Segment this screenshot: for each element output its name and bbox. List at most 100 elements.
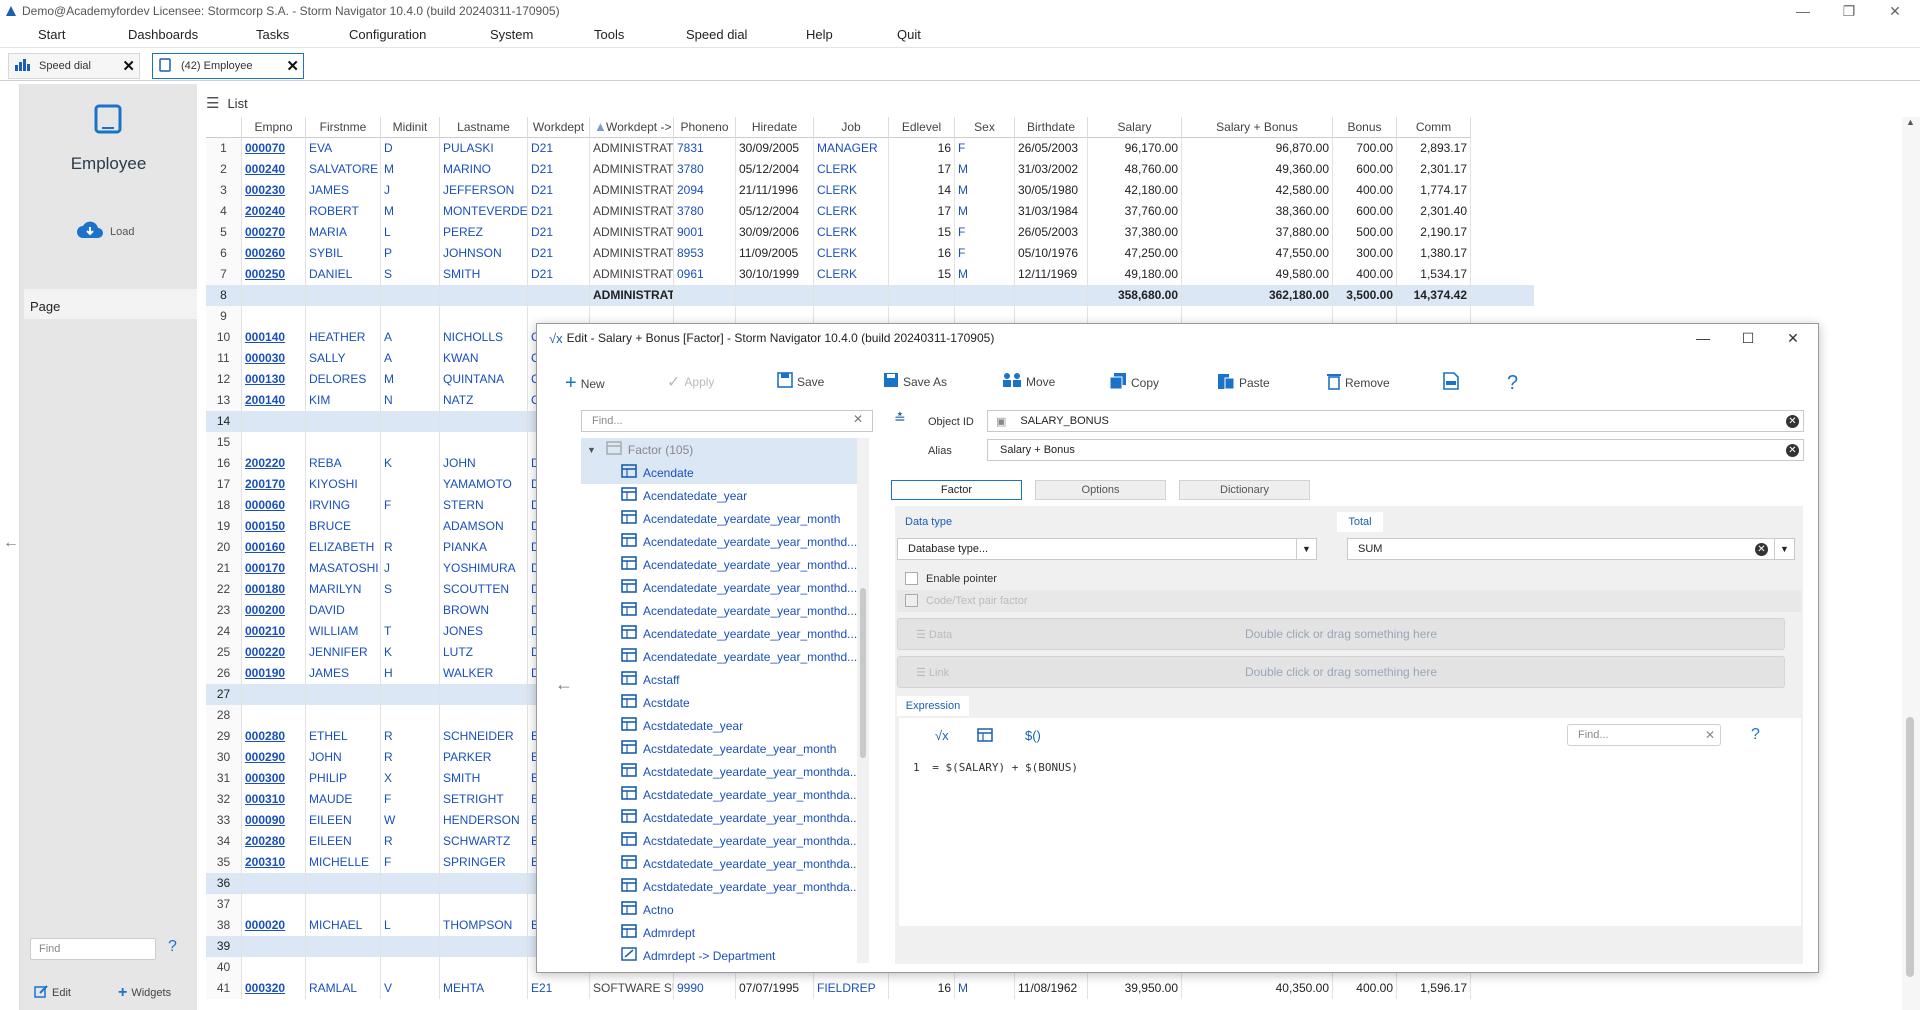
help-icon[interactable]: ? bbox=[1751, 726, 1760, 744]
collapse-arrow-icon[interactable]: ▼ bbox=[587, 445, 596, 455]
cell-empno[interactable]: 200310 bbox=[242, 852, 306, 873]
clear-icon[interactable]: ✕ bbox=[1786, 443, 1799, 457]
tree-root-factor[interactable]: ▼ Factor (105) bbox=[581, 438, 857, 461]
tree-item[interactable]: Admrdept bbox=[581, 921, 857, 944]
tree-item[interactable]: Acstaff bbox=[581, 668, 857, 691]
scroll-up-icon[interactable]: ▲ bbox=[1906, 117, 1915, 127]
cell-empno[interactable]: 000270 bbox=[242, 222, 306, 243]
column-header-bonus[interactable]: Bonus bbox=[1333, 117, 1397, 138]
table-row[interactable]: 41000320RAMLALVMEHTAE21SOFTWARE SUPPORT9… bbox=[206, 978, 1534, 999]
apply-button[interactable]: ✓ Apply bbox=[667, 372, 714, 392]
expression-editor[interactable]: √x $() Find... ✕ ? 1 = $(SALARY) + $(BON… bbox=[899, 718, 1801, 926]
help-icon[interactable]: ? bbox=[1507, 372, 1518, 395]
close-window-icon[interactable]: ✕ bbox=[1872, 0, 1918, 22]
cell-empno[interactable]: 000250 bbox=[242, 264, 306, 285]
column-header-lastname[interactable]: Lastname bbox=[440, 117, 528, 138]
data-type-select[interactable]: Database type... ▼ bbox=[897, 538, 1317, 560]
cell-empno[interactable]: 000160 bbox=[242, 537, 306, 558]
tree-item[interactable]: Acendatedate_year bbox=[581, 484, 857, 507]
cell-empno[interactable]: 000240 bbox=[242, 159, 306, 180]
arrow-left-icon[interactable]: ← bbox=[555, 674, 573, 695]
tree-item[interactable]: Acstdatedate_year bbox=[581, 714, 857, 737]
scroll-thumb[interactable] bbox=[860, 588, 866, 758]
arrow-left-icon[interactable]: ← bbox=[3, 534, 19, 552]
tree-item[interactable]: Acendatedate_yeardate_year_monthd... bbox=[581, 622, 857, 645]
restore-icon[interactable]: ❐ bbox=[1826, 0, 1872, 22]
new-button[interactable]: + New bbox=[565, 372, 605, 395]
clear-icon[interactable]: ✕ bbox=[1755, 542, 1768, 556]
tree-item[interactable]: Actno bbox=[581, 898, 857, 921]
sort-ascending-icon[interactable]: ▲ bbox=[594, 119, 607, 134]
sidebar-find-input[interactable]: Find bbox=[30, 938, 156, 960]
cell-empno[interactable]: 000070 bbox=[242, 138, 306, 159]
cell-empno[interactable] bbox=[242, 432, 306, 453]
cell-empno[interactable]: 000260 bbox=[242, 243, 306, 264]
clear-find-icon[interactable]: ✕ bbox=[853, 412, 863, 426]
column-header-hiredate[interactable]: Hiredate bbox=[736, 117, 814, 138]
cell-empno[interactable]: 000150 bbox=[242, 516, 306, 537]
tree-item[interactable]: Acstdatedate_yeardate_year_monthda... bbox=[581, 783, 860, 806]
dropdown-arrow-icon[interactable]: ▼ bbox=[1296, 539, 1316, 559]
tree-item[interactable]: Acstdatedate_yeardate_year_monthda... bbox=[581, 875, 860, 898]
cell-empno[interactable]: 000090 bbox=[242, 810, 306, 831]
tree-find-input[interactable]: Find... bbox=[581, 410, 873, 432]
cell-empno[interactable]: 000210 bbox=[242, 621, 306, 642]
clear-find-icon[interactable]: ✕ bbox=[1705, 728, 1715, 742]
table-row[interactable]: 2000240SALVATOREMMARINOD21ADMINISTRATION… bbox=[206, 159, 1534, 180]
menu-help[interactable]: Help bbox=[806, 27, 833, 42]
paste-button[interactable]: Paste bbox=[1217, 372, 1270, 393]
enable-pointer-checkbox[interactable]: Enable pointer bbox=[905, 572, 997, 585]
close-dialog-icon[interactable]: ✕ bbox=[1778, 330, 1808, 347]
cell-empno[interactable]: 000290 bbox=[242, 747, 306, 768]
cell-empno[interactable]: 000130 bbox=[242, 369, 306, 390]
tab-options[interactable]: Options bbox=[1035, 480, 1166, 500]
menu-tasks[interactable]: Tasks bbox=[256, 27, 289, 42]
cell-empno[interactable]: 000200 bbox=[242, 600, 306, 621]
cell-empno[interactable]: 000310 bbox=[242, 789, 306, 810]
tree-item[interactable]: Acendatedate_yeardate_year_monthd... bbox=[581, 599, 857, 622]
table-icon[interactable] bbox=[977, 728, 993, 745]
tree-item[interactable]: Acendatedate_yeardate_year_month bbox=[581, 507, 857, 530]
column-header-job[interactable]: Job bbox=[814, 117, 889, 138]
cell-empno[interactable]: 200240 bbox=[242, 201, 306, 222]
help-icon[interactable]: ? bbox=[168, 938, 177, 956]
cell-empno[interactable]: 000060 bbox=[242, 495, 306, 516]
link-drop-zone[interactable]: ☰ Link Double click or drag something he… bbox=[897, 656, 1785, 688]
close-tab-icon[interactable]: ✕ bbox=[286, 57, 299, 75]
table-row[interactable]: 6000260SYBILPJOHNSOND21ADMINISTRATION SY… bbox=[206, 243, 1534, 264]
cell-empno[interactable] bbox=[242, 873, 306, 894]
table-row[interactable]: 7000250DANIELSSMITHD21ADMINISTRATION SYS… bbox=[206, 264, 1534, 285]
cell-empno[interactable]: 200140 bbox=[242, 390, 306, 411]
total-select[interactable]: SUM ✕ ▼ bbox=[1347, 538, 1795, 560]
pdf-button[interactable] bbox=[1443, 372, 1463, 393]
cell-empno[interactable] bbox=[242, 894, 306, 915]
cell-empno[interactable]: 000220 bbox=[242, 642, 306, 663]
column-header-empno[interactable]: Empno bbox=[242, 117, 306, 138]
object-id-field[interactable]: ▣ SALARY_BONUS ✕ bbox=[987, 410, 1804, 432]
tab-speed-dial[interactable]: Speed dial ✕ bbox=[8, 53, 140, 79]
data-drop-zone[interactable]: ☰ Data Double click or drag something he… bbox=[897, 618, 1785, 650]
tree-item[interactable]: Acendatedate_yeardate_year_monthd... bbox=[581, 645, 857, 668]
column-header-midinit[interactable]: Midinit bbox=[381, 117, 440, 138]
cell-empno[interactable]: 200170 bbox=[242, 474, 306, 495]
save-as-button[interactable]: Save As bbox=[883, 372, 947, 391]
cell-empno[interactable] bbox=[242, 411, 306, 432]
menu-dashboards[interactable]: Dashboards bbox=[128, 27, 198, 42]
table-row[interactable]: 3000230JAMESJJEFFERSOND21ADMINISTRATION … bbox=[206, 180, 1534, 201]
cell-empno[interactable] bbox=[242, 285, 306, 306]
expression-find-input[interactable]: Find... bbox=[1567, 724, 1721, 746]
table-row[interactable]: 8 ADMINISTRATION SYSTEMS 358,680.00362,180… bbox=[206, 285, 1534, 306]
widgets-button[interactable]: + Widgets bbox=[118, 984, 171, 1002]
cell-empno[interactable]: 000170 bbox=[242, 558, 306, 579]
cell-empno[interactable] bbox=[242, 957, 306, 978]
close-tab-icon[interactable]: ✕ bbox=[122, 57, 135, 75]
load-button[interactable]: Load bbox=[76, 220, 134, 243]
tree-item[interactable]: Acstdatedate_yeardate_year_monthda... bbox=[581, 806, 860, 829]
maximize-icon[interactable]: ☐ bbox=[1733, 330, 1763, 347]
cell-empno[interactable] bbox=[242, 684, 306, 705]
cell-empno[interactable] bbox=[242, 306, 306, 327]
table-row[interactable]: 5000270MARIALPEREZD21ADMINISTRATION SYST… bbox=[206, 222, 1534, 243]
cell-empno[interactable]: 000030 bbox=[242, 348, 306, 369]
menu-system[interactable]: System bbox=[490, 27, 533, 42]
cell-empno[interactable]: 000190 bbox=[242, 663, 306, 684]
